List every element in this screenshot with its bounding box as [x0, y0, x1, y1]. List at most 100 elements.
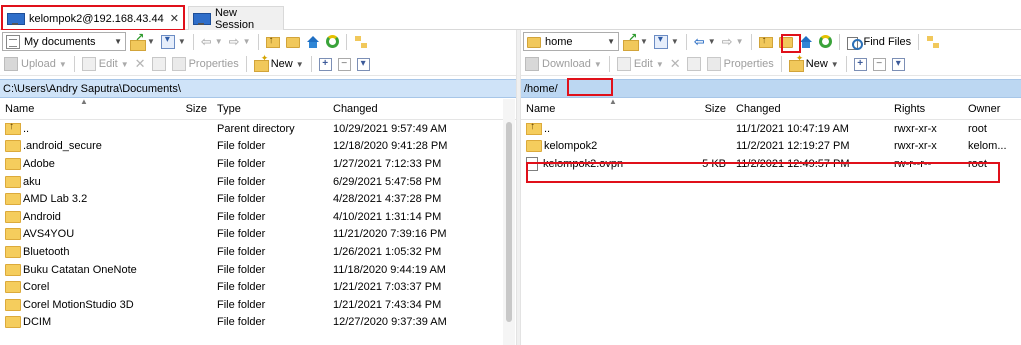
toolbar-separator	[845, 56, 847, 72]
table-row[interactable]: AMD Lab 3.2 File folder 4/28/2021 4:37:28 …	[0, 190, 518, 208]
table-row[interactable]: Android File folder 4/10/2021 1:31:14 PM	[0, 208, 518, 226]
file-name: AMD Lab 3.2	[23, 193, 88, 206]
directory-tree-button[interactable]	[352, 32, 370, 51]
file-name: Bluetooth	[23, 245, 70, 258]
file-name-cell: Adobe	[0, 157, 162, 170]
delete-button[interactable]: ✕	[668, 55, 683, 74]
home-icon	[306, 35, 320, 48]
table-row[interactable]: Bluetooth File folder 1/26/2021 1:05:32 PM	[0, 243, 518, 261]
edit-button[interactable]: Edit ▼	[80, 55, 131, 74]
table-row[interactable]: DCIM File folder 12/27/2020 9:37:39 AM	[0, 314, 518, 332]
column-header-size[interactable]: Size	[162, 103, 212, 115]
file-changed: 1/21/2021 7:43:34 PM	[333, 298, 442, 311]
file-type: File folder	[217, 316, 266, 329]
download-button[interactable]: Download ▼	[523, 55, 604, 74]
column-header-owner[interactable]: Owner	[963, 103, 1021, 115]
close-icon[interactable]: ✕	[170, 12, 179, 25]
column-header-size[interactable]: Size	[673, 103, 731, 115]
filter-button[interactable]: ▼	[652, 32, 681, 51]
remote-file-list: ▲ Name Size Changed Rights Owner .. 11/1/…	[521, 99, 1021, 345]
upload-icon	[4, 57, 18, 71]
toolbar-separator	[73, 56, 75, 72]
properties-button[interactable]: Properties	[170, 55, 241, 74]
directory-tree-button[interactable]	[924, 32, 942, 51]
new-label: New	[805, 58, 828, 70]
local-scrollbar[interactable]	[503, 99, 515, 345]
select-all-button[interactable]: +	[317, 55, 334, 74]
home-button[interactable]	[797, 32, 815, 51]
refresh-button[interactable]	[324, 32, 341, 51]
forward-button[interactable]: ⇨ ▼	[227, 32, 253, 51]
file-name: AVS4YOU	[23, 228, 75, 241]
table-row[interactable]: Adobe File folder 1/27/2021 7:12:33 PM	[0, 155, 518, 173]
local-location-combo[interactable]: My documents ▼	[2, 32, 126, 51]
forward-button[interactable]: ⇨ ▼	[720, 32, 746, 51]
table-row[interactable]: Corel File folder 1/21/2021 7:03:37 PM	[0, 278, 518, 296]
file-name: aku	[23, 175, 41, 188]
chevron-down-icon: ▼	[295, 59, 304, 69]
invert-selection-button[interactable]: ▾	[355, 55, 372, 74]
file-name: ..	[544, 122, 551, 135]
table-row[interactable]: Buku Catatan OneNote File folder 11/18/202…	[0, 261, 518, 279]
table-row[interactable]: kelompok2.ovpn 5 KB 11/2/2021 12:49:57 PM r…	[521, 155, 1021, 173]
file-type: File folder	[217, 210, 266, 223]
download-label: Download	[542, 58, 591, 70]
properties-button[interactable]: Properties	[705, 55, 776, 74]
table-row[interactable]: Corel MotionStudio 3D File folder 1/21/202…	[0, 296, 518, 314]
scrollbar-thumb[interactable]	[506, 122, 512, 322]
column-header-changed[interactable]: Changed	[731, 103, 889, 115]
parent-directory-button[interactable]	[757, 32, 775, 51]
minus-icon: −	[872, 57, 886, 71]
parent-directory-button[interactable]	[264, 32, 282, 51]
file-name: Corel MotionStudio 3D	[23, 298, 134, 311]
column-header-type[interactable]: Type	[212, 103, 328, 115]
delete-button[interactable]: ✕	[133, 55, 148, 74]
local-path-bar[interactable]: C:\Users\Andry Saputra\Documents\	[0, 79, 518, 98]
back-button[interactable]: ⇦ ▼	[692, 32, 718, 51]
column-header-name[interactable]: Name	[521, 103, 673, 115]
new-button[interactable]: New▼	[787, 53, 841, 74]
remote-location-combo[interactable]: home ▼	[523, 32, 619, 51]
unselect-all-button[interactable]: −	[336, 55, 353, 74]
folder-icon	[5, 210, 21, 223]
table-row[interactable]: AVS4YOU File folder 11/21/2020 7:39:16 PM	[0, 226, 518, 244]
remote-path-bar[interactable]: /home/	[521, 79, 1021, 98]
open-folder-icon	[623, 31, 639, 51]
table-row[interactable]: .. Parent directory 10/29/2021 9:57:49 AM	[0, 120, 518, 138]
upload-button[interactable]: Upload ▼	[2, 55, 69, 74]
open-folder-button[interactable]: ▼	[621, 31, 650, 51]
column-header-changed[interactable]: Changed	[328, 103, 498, 115]
find-files-button[interactable]: Find Files	[845, 32, 914, 51]
table-row[interactable]: .. 11/1/2021 10:47:19 AM rwxr-xr-x root	[521, 120, 1021, 138]
refresh-button[interactable]	[817, 32, 834, 51]
upload-label: Upload	[21, 58, 56, 70]
unselect-all-button[interactable]: −	[871, 55, 888, 74]
home-button[interactable]	[304, 32, 322, 51]
file-changed: 11/1/2021 10:47:19 AM	[736, 122, 849, 135]
root-directory-button[interactable]	[777, 32, 795, 51]
rename-button[interactable]	[685, 55, 703, 74]
chevron-down-icon: ▼	[58, 59, 67, 69]
file-name-cell: AVS4YOU	[0, 228, 162, 241]
edit-icon	[81, 57, 96, 71]
root-directory-button[interactable]	[284, 32, 302, 51]
tab-session[interactable]: kelompok2@192.168.43.44 ✕	[2, 6, 184, 30]
new-folder-icon	[253, 53, 269, 72]
filter-button[interactable]: ▼	[159, 32, 188, 51]
column-header-rights[interactable]: Rights	[889, 103, 963, 115]
select-all-button[interactable]: +	[852, 55, 869, 74]
edit-button[interactable]: Edit ▼	[615, 55, 666, 74]
edit-label: Edit	[633, 58, 653, 70]
table-row[interactable]: kelompok2 11/2/2021 12:19:27 PM rwxr-xr-x k…	[521, 138, 1021, 156]
chevron-down-icon: ▼	[670, 37, 679, 46]
rename-button[interactable]	[150, 55, 168, 74]
tab-new-session[interactable]: New Session	[188, 6, 284, 31]
table-row[interactable]: .android_secure File folder 12/18/2020 9:4…	[0, 138, 518, 156]
back-button[interactable]: ⇦ ▼	[199, 32, 225, 51]
table-row[interactable]: aku File folder 6/29/2021 5:47:58 PM	[0, 173, 518, 191]
invert-selection-button[interactable]: ▾	[890, 55, 907, 74]
open-folder-button[interactable]: ▼	[128, 31, 157, 51]
file-name: ..	[23, 122, 30, 135]
new-button[interactable]: New▼	[252, 53, 306, 74]
file-changed: 10/29/2021 9:57:49 AM	[333, 122, 447, 135]
